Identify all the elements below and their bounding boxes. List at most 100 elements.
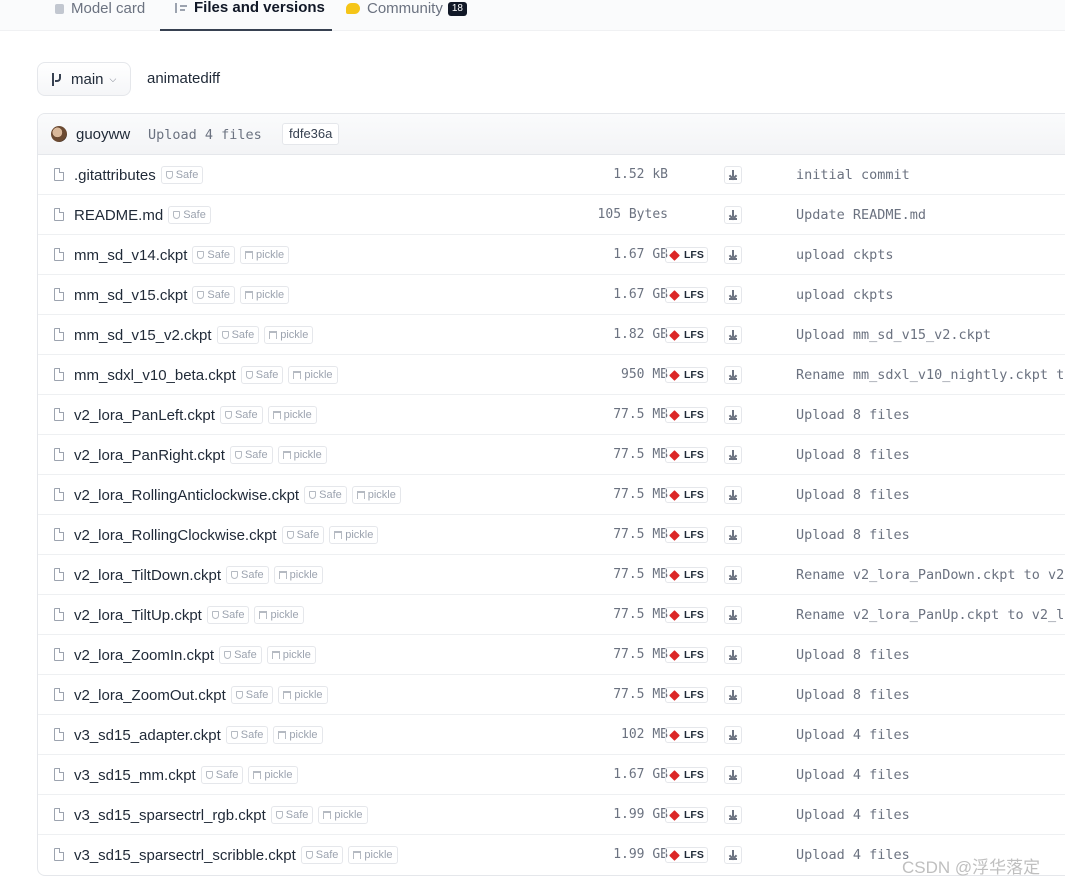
download-button[interactable] — [724, 766, 742, 784]
download-button[interactable] — [724, 366, 742, 384]
file-name-link[interactable]: v3_sd15_sparsectrl_rgb.ckpt — [74, 807, 266, 824]
file-commit-message[interactable]: Upload 4 files — [796, 767, 910, 783]
safe-badge[interactable]: Safe — [270, 806, 314, 824]
safe-badge[interactable]: Safe — [240, 366, 284, 384]
tab-files-and-versions[interactable]: Files and versions — [160, 0, 332, 31]
pickle-badge[interactable]: pickle — [240, 246, 290, 264]
file-commit-message[interactable]: Upload 8 files — [796, 687, 910, 703]
download-button[interactable] — [724, 606, 742, 624]
safe-badge[interactable]: Safe — [226, 566, 269, 584]
safe-badge[interactable]: Safe — [168, 206, 211, 224]
file-name-link[interactable]: mm_sd_v15.ckpt — [74, 287, 187, 304]
file-name-link[interactable]: README.md — [74, 207, 163, 224]
download-button[interactable] — [724, 806, 742, 824]
download-button[interactable] — [724, 846, 742, 864]
file-commit-message[interactable]: Rename mm_sdxl_v10_nightly.ckpt t — [796, 367, 1064, 383]
pickle-badge[interactable]: pickle — [277, 446, 327, 464]
download-button[interactable] — [724, 686, 742, 704]
file-name-link[interactable]: v2_lora_TiltUp.ckpt — [74, 607, 202, 624]
safe-badge[interactable]: Safe — [216, 326, 260, 344]
file-name-link[interactable]: v2_lora_TiltDown.ckpt — [74, 567, 221, 584]
safe-badge[interactable]: Safe — [200, 766, 244, 784]
lfs-badge[interactable]: LFS — [665, 527, 708, 543]
file-name-link[interactable]: v2_lora_RollingAnticlockwise.ckpt — [74, 487, 299, 504]
pickle-badge[interactable]: pickle — [240, 286, 290, 304]
pickle-badge[interactable]: pickle — [266, 646, 316, 664]
download-button[interactable] — [724, 326, 742, 344]
repo-path-breadcrumb[interactable]: animatediff — [147, 70, 220, 87]
pickle-badge[interactable]: pickle — [318, 806, 368, 824]
file-commit-message[interactable]: Upload 8 files — [796, 527, 910, 543]
file-name-link[interactable]: mm_sdxl_v10_beta.ckpt — [74, 367, 236, 384]
safe-badge[interactable]: Safe — [281, 526, 325, 544]
safe-badge[interactable]: Safe — [229, 446, 273, 464]
lfs-badge[interactable]: LFS — [665, 567, 708, 583]
lfs-badge[interactable]: LFS — [665, 687, 708, 703]
file-commit-message[interactable]: initial commit — [796, 167, 910, 183]
download-button[interactable] — [724, 246, 742, 264]
file-name-link[interactable]: v2_lora_PanLeft.ckpt — [74, 407, 215, 424]
lfs-badge[interactable]: LFS — [665, 487, 708, 503]
lfs-badge[interactable]: LFS — [665, 847, 708, 863]
file-commit-message[interactable]: Upload 8 files — [796, 647, 910, 663]
lfs-badge[interactable]: LFS — [665, 247, 708, 263]
file-commit-message[interactable]: upload ckpts — [796, 287, 894, 303]
file-commit-message[interactable]: Upload mm_sd_v15_v2.ckpt — [796, 327, 991, 343]
file-commit-message[interactable]: Rename v2_lora_PanDown.ckpt to v2 — [796, 567, 1064, 583]
pickle-badge[interactable]: pickle — [351, 486, 401, 504]
pickle-badge[interactable]: pickle — [278, 686, 328, 704]
pickle-badge[interactable]: pickle — [254, 606, 304, 624]
download-button[interactable] — [724, 286, 742, 304]
file-name-link[interactable]: v2_lora_RollingClockwise.ckpt — [74, 527, 277, 544]
download-button[interactable] — [724, 646, 742, 664]
safe-badge[interactable]: Safe — [219, 406, 263, 424]
pickle-badge[interactable]: pickle — [267, 406, 317, 424]
pickle-badge[interactable]: pickle — [264, 326, 314, 344]
safe-badge[interactable]: Safe — [304, 486, 347, 504]
lfs-badge[interactable]: LFS — [665, 647, 708, 663]
safe-badge[interactable]: Safe — [160, 166, 204, 184]
safe-badge[interactable]: Safe — [219, 646, 262, 664]
pickle-badge[interactable]: pickle — [248, 766, 298, 784]
file-commit-message[interactable]: Upload 4 files — [796, 847, 910, 863]
safe-badge[interactable]: Safe — [206, 606, 250, 624]
download-button[interactable] — [724, 166, 742, 184]
lfs-badge[interactable]: LFS — [665, 807, 708, 823]
file-name-link[interactable]: v2_lora_ZoomOut.ckpt — [74, 687, 226, 704]
safe-badge[interactable]: Safe — [300, 846, 344, 864]
safe-badge[interactable]: Safe — [225, 726, 269, 744]
file-commit-message[interactable]: Upload 8 files — [796, 407, 910, 423]
file-name-link[interactable]: v2_lora_PanRight.ckpt — [74, 447, 225, 464]
lfs-badge[interactable]: LFS — [665, 367, 708, 383]
file-commit-message[interactable]: Update README.md — [796, 207, 926, 223]
pickle-badge[interactable]: pickle — [329, 526, 379, 544]
tab-model-card[interactable]: Model card — [55, 0, 145, 31]
tab-community[interactable]: Community 18 — [346, 0, 467, 31]
commit-message[interactable]: Upload 4 files — [148, 127, 262, 143]
file-name-link[interactable]: mm_sd_v14.ckpt — [74, 247, 187, 264]
pickle-badge[interactable]: pickle — [273, 566, 323, 584]
download-button[interactable] — [724, 486, 742, 504]
pickle-badge[interactable]: pickle — [273, 726, 323, 744]
lfs-badge[interactable]: LFS — [665, 727, 708, 743]
file-name-link[interactable]: v3_sd15_adapter.ckpt — [74, 727, 221, 744]
lfs-badge[interactable]: LFS — [665, 287, 708, 303]
branch-selector-button[interactable]: main ⌵ — [37, 62, 131, 96]
safe-badge[interactable]: Safe — [192, 246, 236, 264]
safe-badge[interactable]: Safe — [192, 286, 236, 304]
commit-hash[interactable]: fdfe36a — [282, 123, 340, 145]
lfs-badge[interactable]: LFS — [665, 447, 708, 463]
file-name-link[interactable]: .gitattributes — [74, 167, 156, 184]
download-button[interactable] — [724, 446, 742, 464]
pickle-badge[interactable]: pickle — [348, 846, 398, 864]
file-name-link[interactable]: v3_sd15_sparsectrl_scribble.ckpt — [74, 847, 296, 864]
file-commit-message[interactable]: upload ckpts — [796, 247, 894, 263]
file-name-link[interactable]: v2_lora_ZoomIn.ckpt — [74, 647, 214, 664]
file-name-link[interactable]: mm_sd_v15_v2.ckpt — [74, 327, 212, 344]
safe-badge[interactable]: Safe — [230, 686, 274, 704]
lfs-badge[interactable]: LFS — [665, 607, 708, 623]
pickle-badge[interactable]: pickle — [288, 366, 338, 384]
lfs-badge[interactable]: LFS — [665, 407, 708, 423]
file-commit-message[interactable]: Upload 8 files — [796, 487, 910, 503]
file-name-link[interactable]: v3_sd15_mm.ckpt — [74, 767, 196, 784]
